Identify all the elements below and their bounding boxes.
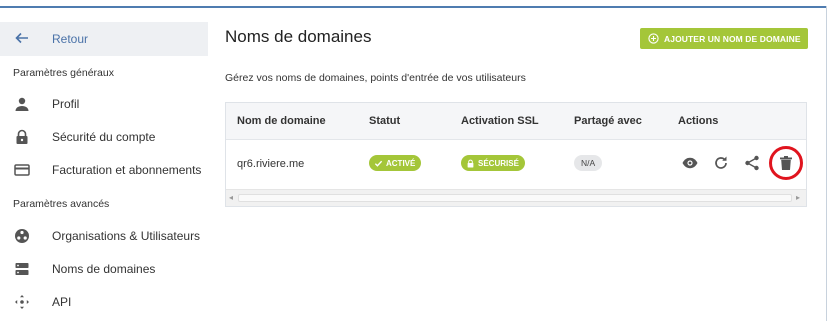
status-badge: ACTIVÉ: [369, 155, 422, 171]
sidebar-item-label: Facturation et abonnements: [52, 163, 202, 177]
back-button[interactable]: Retour: [0, 22, 208, 56]
domains-table: Nom de domaine Statut Activation SSL Par…: [225, 102, 807, 207]
window-right-edge: [826, 6, 827, 321]
trash-icon[interactable]: [777, 154, 795, 172]
person-icon: [15, 97, 29, 111]
sidebar-item-label: Organisations & Utilisateurs: [52, 229, 201, 243]
main-content: Noms de domaines AJOUTER UN NOM DE DOMAI…: [208, 8, 826, 321]
sidebar-item-api[interactable]: API: [0, 288, 208, 316]
back-label: Retour: [52, 32, 89, 46]
sidebar-item-label: API: [52, 295, 72, 309]
refresh-icon[interactable]: [712, 154, 730, 172]
lock-icon: [467, 159, 474, 168]
sidebar-item-organisations[interactable]: Organisations & Utilisateurs: [0, 222, 208, 250]
shared-badge: N/A: [574, 155, 603, 171]
section-title-advanced: Paramètres avancés: [13, 198, 110, 210]
ssl-badge-label: SÉCURISÉ: [478, 158, 519, 168]
add-domain-button[interactable]: AJOUTER UN NOM DE DOMAINE: [640, 28, 808, 49]
sidebar-item-facturation[interactable]: Facturation et abonnements: [0, 156, 208, 184]
domain-name-cell: qr6.riviere.me: [237, 158, 305, 170]
ssl-badge: SÉCURISÉ: [461, 155, 525, 171]
column-header-domain[interactable]: Nom de domaine: [237, 115, 326, 127]
sidebar-item-label: Profil: [52, 97, 80, 111]
arrow-left-icon: [15, 32, 28, 44]
lock-icon: [16, 129, 28, 144]
scroll-left-icon[interactable]: ◂: [229, 193, 233, 202]
check-icon: [374, 160, 383, 167]
sidebar-item-noms-de-domaines[interactable]: Noms de domaines: [0, 255, 208, 283]
scrollbar-thumb[interactable]: [238, 194, 792, 202]
sidebar-item-profil[interactable]: Profil: [0, 90, 208, 118]
eye-icon[interactable]: [681, 154, 699, 172]
credit-card-icon: [14, 164, 30, 176]
column-header-status[interactable]: Statut: [369, 115, 400, 127]
column-header-actions: Actions: [678, 115, 719, 127]
page-title: Noms de domaines: [225, 27, 372, 46]
api-icon: [15, 295, 29, 309]
sidebar: Retour Paramètres généraux Profil Sécuri…: [0, 8, 208, 321]
plus-circle-icon: [648, 33, 659, 44]
column-header-shared[interactable]: Partagé avec: [574, 115, 642, 127]
horizontal-scrollbar[interactable]: ◂ ▸: [226, 189, 806, 206]
sidebar-item-label: Noms de domaines: [52, 262, 156, 276]
sidebar-item-securite[interactable]: Sécurité du compte: [0, 123, 208, 151]
column-header-ssl[interactable]: Activation SSL: [461, 115, 539, 127]
page-subtitle: Gérez vos noms de domaines, points d'ent…: [225, 72, 526, 84]
scroll-right-icon[interactable]: ▸: [796, 193, 800, 202]
status-badge-label: ACTIVÉ: [386, 158, 416, 168]
add-domain-label: AJOUTER UN NOM DE DOMAINE: [664, 33, 801, 44]
organization-icon: [15, 229, 29, 243]
table-header: Nom de domaine Statut Activation SSL Par…: [226, 103, 806, 140]
sidebar-item-label: Sécurité du compte: [52, 130, 156, 144]
share-icon[interactable]: [743, 154, 761, 172]
dns-icon: [15, 263, 29, 275]
section-title-general: Paramètres généraux: [13, 67, 114, 79]
table-row: qr6.riviere.me ACTIVÉ SÉCURISÉ N/A: [226, 141, 806, 187]
